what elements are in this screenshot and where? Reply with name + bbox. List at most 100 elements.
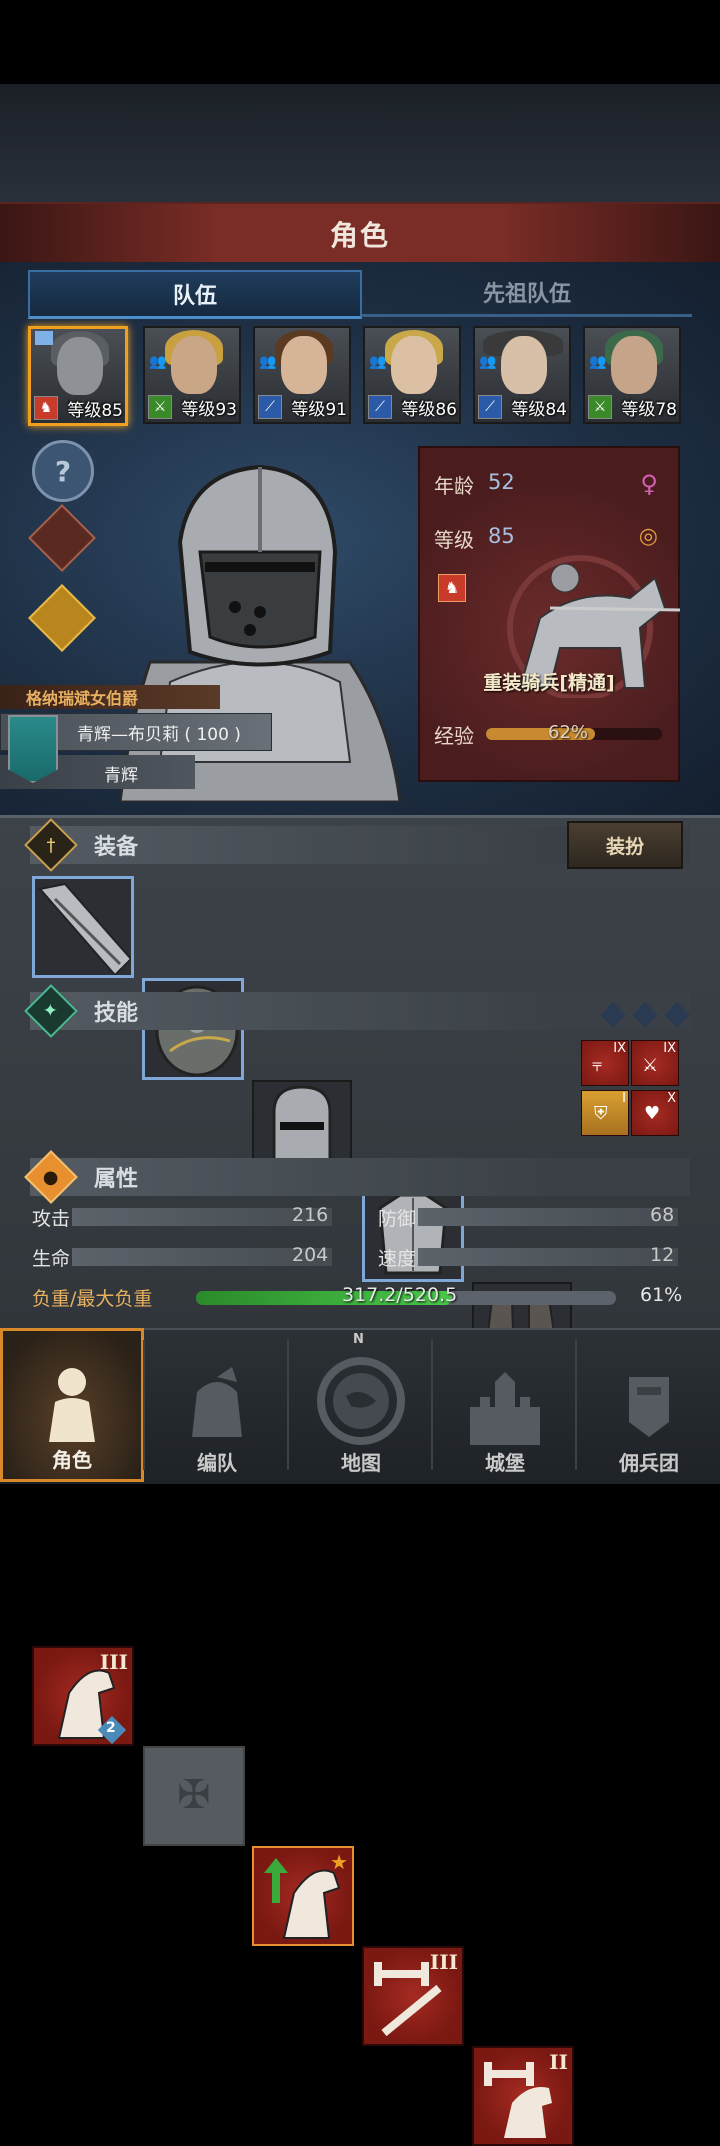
knight-nav-icon — [49, 1368, 95, 1442]
nav-label: 佣兵团 — [619, 1451, 679, 1475]
roster-level: 等级84 — [511, 400, 567, 420]
roster-portrait-5[interactable]: 👥 ⟋ 等级84 — [473, 326, 571, 424]
load-label: 负重/最大负重 — [32, 1288, 153, 1310]
skill-rank: III — [99, 1650, 128, 1674]
hp-stat: 生命 204 — [32, 1242, 342, 1272]
stat-label: 防御 — [378, 1208, 417, 1230]
nav-castle[interactable]: 城堡 — [433, 1328, 577, 1482]
face-shape — [391, 336, 437, 394]
stat-label: 攻击 — [32, 1208, 71, 1230]
strength-mini-skill[interactable]: IX ⫧ — [581, 1040, 629, 1086]
face-shape — [611, 336, 657, 394]
roster-level: 等级93 — [181, 400, 237, 420]
skill-rank: II — [549, 2050, 568, 2074]
stat-value: 204 — [292, 1244, 329, 1266]
group-icon: 👥 — [479, 354, 497, 370]
dagger-icon: † — [24, 818, 78, 872]
cavalry-class-icon: ♞ — [438, 574, 466, 602]
flag-icon — [35, 331, 53, 345]
nav-label: 编队 — [197, 1451, 237, 1475]
roster-level: 等级86 — [401, 400, 457, 420]
roster-level: 等级85 — [67, 401, 123, 421]
character-info-card: 年龄 52 ♀ 等级 85 ◎ ♞ 重装骑兵[精通] 经验 62% — [418, 446, 680, 782]
tab-ancestor-team[interactable]: 先祖队伍 — [362, 270, 692, 317]
mini-rank: X — [667, 1091, 676, 1106]
spear-class-icon: ⟋ — [478, 395, 502, 419]
roster-portrait-2[interactable]: 👥 ⚔ 等级93 — [143, 326, 241, 424]
skill-mounted-strike[interactable]: ★ — [252, 1846, 354, 1946]
skill-horse-training[interactable]: II — [472, 2046, 574, 2146]
load-value: 317.2/520.5 — [342, 1284, 458, 1306]
mini-rank: IX — [613, 1041, 626, 1056]
house-name: 青辉 — [104, 766, 138, 786]
nav-character[interactable]: 角色 — [0, 1328, 144, 1482]
castle-icon — [470, 1372, 540, 1445]
roster-level: 等级78 — [621, 400, 677, 420]
stat-label: 速度 — [378, 1248, 417, 1270]
dumbbell-icon: ⫧ — [592, 1055, 603, 1076]
health-mini-skill[interactable]: X ♥ — [631, 1090, 679, 1136]
sword-mini-skill[interactable]: IX ⚔ — [631, 1040, 679, 1086]
empty-skill-slot[interactable]: ✠ — [143, 1746, 245, 1846]
header-background — [0, 84, 720, 202]
skill-sword-training[interactable]: III — [362, 1946, 464, 2046]
roster-portrait-6[interactable]: 👥 ⚔ 等级78 — [583, 326, 681, 424]
roster-level: 等级91 — [291, 400, 347, 420]
knight-helmet-icon — [57, 337, 103, 395]
skill-rank: III — [429, 1950, 458, 1974]
nav-map[interactable]: N 地图 — [289, 1328, 433, 1482]
heart-icon: ♥ — [644, 1103, 661, 1124]
dress-up-button[interactable]: 装扮 — [567, 821, 683, 869]
speed-stat: 速度 12 — [378, 1242, 688, 1272]
skills-title: 技能 — [94, 1001, 139, 1026]
attributes-header: ● 属性 — [24, 1150, 690, 1204]
lance-icon — [38, 882, 131, 975]
unit-class-name: 重装骑兵[精通] — [483, 672, 615, 694]
skill-cavalry-charge[interactable]: III 2 — [32, 1646, 134, 1746]
group-icon: 👥 — [149, 354, 167, 370]
stat-bar — [418, 1208, 678, 1226]
lance-slot[interactable] — [32, 876, 134, 978]
formation-helmet-icon — [192, 1367, 242, 1437]
passive-skills-grid: IX ⫧ IX ⚔ I ⛨ X ♥ — [581, 1040, 679, 1136]
equipment-title: 装备 — [94, 835, 139, 860]
face-shape — [171, 336, 217, 394]
shield-mini-skill[interactable]: I ⛨ — [581, 1090, 629, 1136]
exp-label: 经验 — [434, 724, 474, 748]
defense-stat: 防御 68 — [378, 1202, 688, 1232]
group-icon: 👥 — [369, 354, 387, 370]
exp-percent: 62% — [548, 722, 589, 743]
lord-name: 青辉—布贝莉 ( 100 ) — [77, 725, 241, 745]
roster-portrait-3[interactable]: 👥 ⟋ 等级91 — [253, 326, 351, 424]
nav-label: 城堡 — [485, 1451, 525, 1475]
spear-class-icon: ⟋ — [258, 395, 282, 419]
nav-label: 地图 — [341, 1451, 381, 1475]
stat-value: 216 — [292, 1204, 329, 1226]
sword-class-icon: ⚔ — [588, 395, 612, 419]
stat-value: 68 — [650, 1204, 675, 1226]
level-label: 等级 — [434, 528, 474, 552]
tab-team[interactable]: 队伍 — [28, 270, 362, 319]
page-title: 角色 — [329, 219, 390, 252]
face-shape — [281, 336, 327, 394]
attack-stat: 攻击 216 — [32, 1202, 342, 1232]
cavalry-class-icon: ♞ — [34, 396, 58, 420]
female-icon: ♀ — [640, 470, 658, 498]
star-icon: ✦ — [24, 984, 78, 1038]
nav-mercenary[interactable]: 佣兵团 — [577, 1328, 720, 1482]
faction-title: 格纳瑞斌女伯爵 — [26, 689, 139, 708]
nav-formation[interactable]: 编队 — [145, 1328, 289, 1482]
roster-portrait-1[interactable]: ♞ 等级85 — [28, 326, 128, 426]
age-label: 年龄 — [434, 474, 474, 498]
age-value: 52 — [488, 470, 515, 494]
skill-badge-count: 2 — [106, 1720, 116, 1736]
mercenary-banner-icon — [629, 1377, 669, 1445]
mini-rank: I — [622, 1091, 626, 1106]
group-icon: 👥 — [589, 354, 607, 370]
gold-star-icon: ★ — [330, 1850, 348, 1874]
nav-label: 角色 — [52, 1448, 92, 1472]
stat-bar — [418, 1248, 678, 1266]
mini-rank: IX — [663, 1041, 676, 1056]
help-icon[interactable]: ? — [32, 440, 94, 502]
roster-portrait-4[interactable]: 👥 ⟋ 等级86 — [363, 326, 461, 424]
